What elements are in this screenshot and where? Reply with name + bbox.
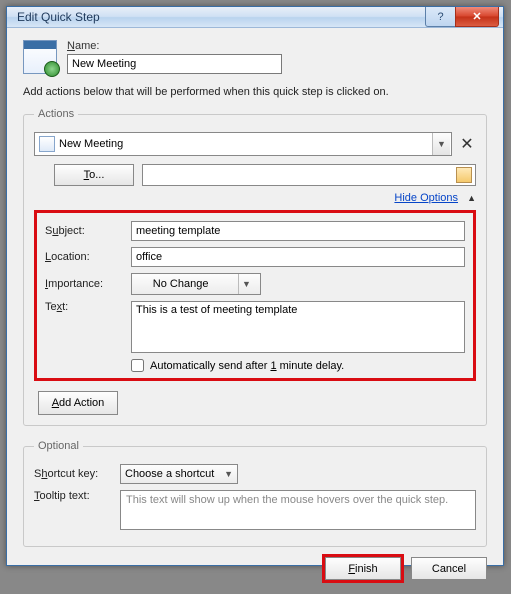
name-label: Name: bbox=[67, 40, 99, 52]
optional-group: Optional Shortcut key: Choose a shortcut… bbox=[23, 440, 487, 547]
actions-group: Actions New Meeting ▼ ✕ To... Hide Optio… bbox=[23, 108, 487, 426]
chevron-down-icon: ▼ bbox=[238, 274, 254, 294]
close-button[interactable]: ✕ bbox=[455, 7, 499, 27]
text-textarea[interactable]: This is a test of meeting template bbox=[131, 301, 465, 353]
add-action-button[interactable]: Add Action bbox=[38, 391, 118, 415]
to-field[interactable] bbox=[142, 164, 476, 186]
meeting-icon bbox=[39, 136, 55, 152]
action-type-label: New Meeting bbox=[59, 138, 123, 150]
tooltip-textarea[interactable]: This text will show up when the mouse ho… bbox=[120, 490, 476, 530]
dialog-buttons: Finish Cancel bbox=[23, 557, 487, 580]
options-panel: Subject: Location: Importance: No Change… bbox=[34, 210, 476, 381]
collapse-icon: ▲ bbox=[467, 193, 476, 203]
dialog-body: Name: Add actions below that will be per… bbox=[7, 28, 503, 594]
address-book-icon[interactable] bbox=[456, 167, 472, 183]
auto-send-label: Automatically send after 1 minute delay. bbox=[150, 360, 344, 372]
chevron-down-icon: ▼ bbox=[432, 133, 450, 155]
titlebar: Edit Quick Step ? ✕ bbox=[7, 7, 503, 28]
dialog-window: Edit Quick Step ? ✕ Name: Add actions be… bbox=[6, 6, 504, 566]
text-label: Text: bbox=[45, 301, 123, 313]
importance-select[interactable]: No Change ▼ bbox=[131, 273, 261, 295]
shortcut-value: Choose a shortcut bbox=[125, 468, 214, 480]
name-input[interactable] bbox=[67, 54, 282, 74]
delete-action-button[interactable]: ✕ bbox=[458, 134, 476, 154]
subject-label: Subject: bbox=[45, 225, 123, 237]
instructions: Add actions below that will be performed… bbox=[23, 86, 487, 98]
chevron-down-icon: ▼ bbox=[224, 469, 233, 479]
optional-legend: Optional bbox=[34, 440, 83, 452]
hide-options-link[interactable]: Hide Options bbox=[394, 192, 458, 204]
finish-button[interactable]: Finish bbox=[325, 557, 401, 580]
help-button[interactable]: ? bbox=[425, 7, 455, 27]
cancel-button[interactable]: Cancel bbox=[411, 557, 487, 580]
shortcut-label: Shortcut key: bbox=[34, 468, 112, 480]
location-input[interactable] bbox=[131, 247, 465, 267]
actions-legend: Actions bbox=[34, 108, 78, 120]
subject-input[interactable] bbox=[131, 221, 465, 241]
window-controls: ? ✕ bbox=[425, 7, 499, 27]
auto-send-checkbox[interactable] bbox=[131, 359, 144, 372]
tooltip-label: Tooltip text: bbox=[34, 490, 112, 502]
to-button[interactable]: To... bbox=[54, 164, 134, 186]
importance-value: No Change bbox=[153, 278, 209, 290]
window-title: Edit Quick Step bbox=[17, 10, 425, 24]
location-label: Location: bbox=[45, 251, 123, 263]
importance-label: Importance: bbox=[45, 278, 123, 290]
calendar-icon bbox=[23, 40, 57, 74]
shortcut-select[interactable]: Choose a shortcut ▼ bbox=[120, 464, 238, 484]
action-type-select[interactable]: New Meeting ▼ bbox=[34, 132, 452, 156]
